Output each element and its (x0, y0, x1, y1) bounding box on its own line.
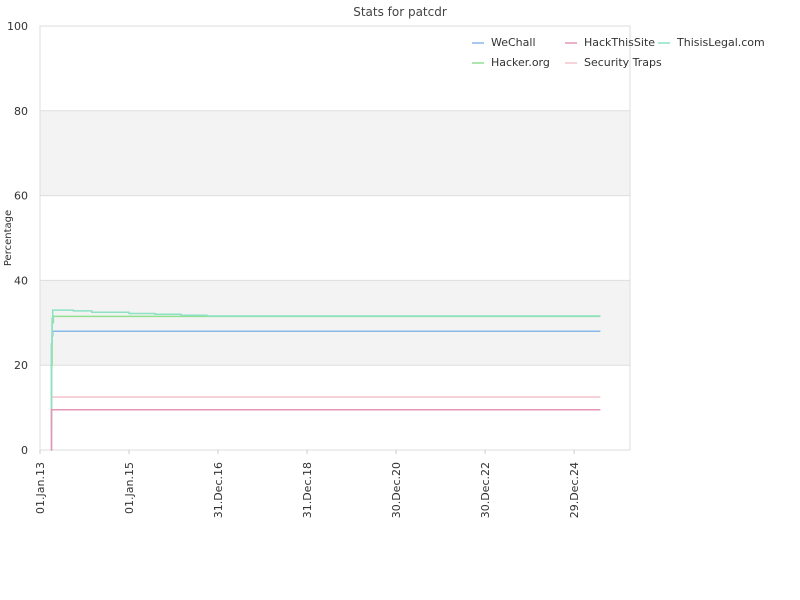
chart: 0 20 40 60 80 100 01.Jan.13 01.Jan.15 31.Dec.16… (3, 5, 765, 518)
x-ticks: 01.Jan.13 01.Jan.15 31.Dec.16 31.Dec.18 30.D… (34, 450, 581, 518)
y-tick-label: 60 (14, 190, 28, 203)
legend-label: Hacker.org (491, 56, 550, 69)
series-lines (50, 309, 601, 451)
legend: WeChall HackThisSite ThisisLegal.com Hacker… (472, 36, 765, 69)
y-tick-label: 100 (7, 20, 28, 33)
legend-label: HackThisSite (584, 36, 655, 49)
y-tick-label: 40 (14, 274, 28, 287)
legend-label: WeChall (491, 36, 536, 49)
series-line-3 (50, 396, 601, 409)
plot-bands (40, 110, 630, 366)
legend-label: ThisisLegal.com (676, 36, 765, 49)
x-tick-label: 01.Jan.13 (34, 462, 47, 514)
series-line-2 (50, 408, 601, 451)
grid-band (40, 280, 630, 366)
x-tick-label: 29.Dec.24 (568, 462, 581, 518)
y-tick-label: 80 (14, 105, 28, 118)
y-axis-label: Percentage (3, 210, 14, 266)
chart-title: Stats for patcdr (353, 5, 447, 19)
x-tick-label: 31.Dec.16 (212, 462, 225, 518)
y-tick-label: 20 (14, 359, 28, 372)
x-tick-label: 31.Dec.18 (301, 462, 314, 518)
x-tick-label: 30.Dec.22 (479, 462, 492, 518)
legend-label: Security Traps (584, 56, 662, 69)
grid-band (40, 110, 630, 196)
y-tick-label: 0 (21, 444, 28, 457)
x-tick-label: 01.Jan.15 (123, 462, 136, 514)
gridlines (40, 25, 630, 451)
plot-frame (39, 25, 631, 451)
x-tick-label: 30.Dec.20 (390, 462, 403, 518)
